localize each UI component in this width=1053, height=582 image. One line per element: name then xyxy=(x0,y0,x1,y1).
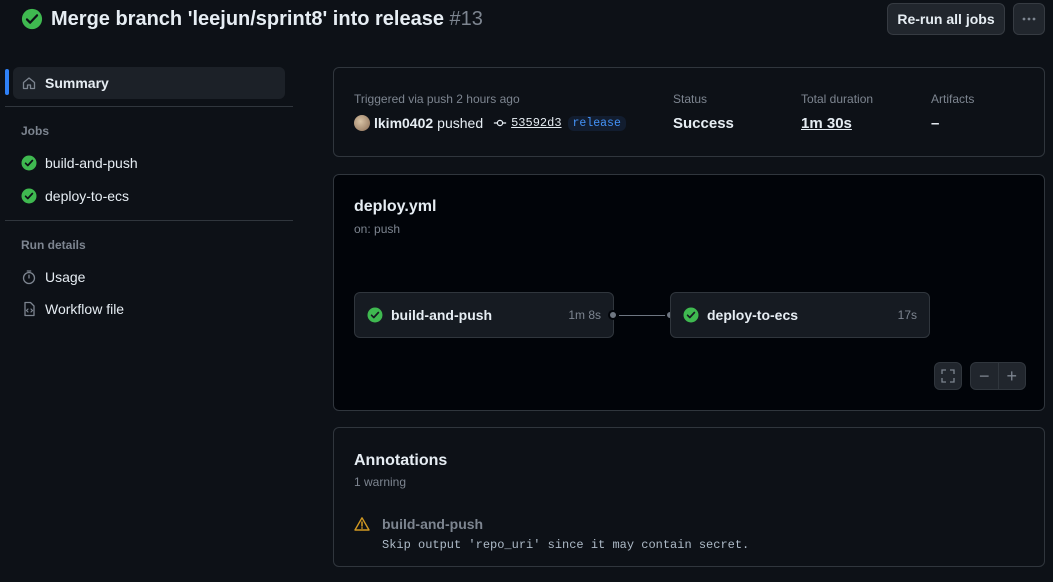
check-circle-fill-icon xyxy=(21,188,37,204)
sidebar-item-label: Usage xyxy=(45,269,86,285)
check-circle-fill-icon xyxy=(367,307,383,323)
job-duration: 17s xyxy=(897,308,917,322)
job-name: build-and-push xyxy=(391,307,493,323)
trigger-text: Triggered via push 2 hours ago xyxy=(354,92,520,106)
screen-full-icon xyxy=(941,369,955,383)
sidebar-item-usage[interactable]: Usage xyxy=(13,261,285,293)
annotations-count: 1 warning xyxy=(354,475,407,489)
home-icon xyxy=(21,75,37,91)
sidebar-item-label: Summary xyxy=(45,75,109,91)
duration-value[interactable]: 1m 30s xyxy=(801,115,852,132)
zoom-out-button[interactable]: − xyxy=(971,366,998,387)
check-circle-fill-icon xyxy=(21,155,37,171)
artifacts-value: – xyxy=(931,115,940,132)
sidebar-item-deploy-to-ecs[interactable]: deploy-to-ecs xyxy=(13,180,285,212)
workflow-graph-panel: deploy.yml on: push build-and-push 1m 8s… xyxy=(333,174,1045,411)
file-code-icon xyxy=(21,301,37,317)
check-circle-fill-icon xyxy=(683,307,699,323)
kebab-horizontal-icon xyxy=(1022,17,1036,21)
actor-link[interactable]: lkim0402 xyxy=(374,115,433,131)
sidebar-item-build-and-push[interactable]: build-and-push xyxy=(13,147,285,179)
run-summary-panel: Triggered via push 2 hours ago lkim0402 … xyxy=(333,67,1045,157)
zoom-in-button[interactable]: + xyxy=(999,366,1026,387)
divider xyxy=(5,220,293,221)
alert-icon xyxy=(354,517,370,531)
annotation-job-link[interactable]: build-and-push xyxy=(382,516,483,532)
trigger-details: lkim0402 pushed 53592d3 release xyxy=(354,115,626,131)
run-header: Merge branch 'leejun/sprint8' into relea… xyxy=(0,0,1053,40)
page-title: Merge branch 'leejun/sprint8' into relea… xyxy=(51,8,483,31)
sidebar-item-summary[interactable]: Summary xyxy=(13,67,285,99)
sidebar-item-label: build-and-push xyxy=(45,155,138,171)
workflow-file-name: deploy.yml xyxy=(354,198,437,215)
job-card-build-and-push[interactable]: build-and-push 1m 8s xyxy=(354,292,614,338)
status-value: Success xyxy=(673,115,734,132)
fullscreen-button[interactable] xyxy=(934,362,962,390)
stopwatch-icon xyxy=(21,269,37,285)
job-duration: 1m 8s xyxy=(568,308,601,322)
zoom-controls: − + xyxy=(970,362,1026,390)
more-options-button[interactable] xyxy=(1013,3,1045,35)
annotations-panel: Annotations 1 warning build-and-push Ski… xyxy=(333,427,1045,567)
commit-link[interactable]: 53592d3 xyxy=(511,116,561,130)
job-connector xyxy=(619,315,671,316)
active-indicator xyxy=(5,69,9,95)
annotation-message: Skip output 'repo_uri' since it may cont… xyxy=(382,538,750,552)
action-text: pushed xyxy=(437,115,484,131)
jobs-heading: Jobs xyxy=(21,124,50,138)
avatar[interactable] xyxy=(354,115,370,131)
connector-dot xyxy=(608,310,618,320)
sidebar-item-workflow-file[interactable]: Workflow file xyxy=(13,293,285,325)
job-name: deploy-to-ecs xyxy=(707,307,799,323)
annotations-title: Annotations xyxy=(354,452,448,469)
sidebar-item-label: Workflow file xyxy=(45,301,125,317)
workflow-trigger: on: push xyxy=(354,222,401,236)
sidebar-item-label: deploy-to-ecs xyxy=(45,188,130,204)
duration-label: Total duration xyxy=(801,92,874,106)
status-label: Status xyxy=(673,92,708,106)
run-title: Merge branch 'leejun/sprint8' into relea… xyxy=(51,8,444,30)
run-details-heading: Run details xyxy=(21,238,86,252)
check-circle-fill-icon xyxy=(21,8,43,30)
rerun-all-jobs-button[interactable]: Re-run all jobs xyxy=(887,3,1005,35)
job-card-deploy-to-ecs[interactable]: deploy-to-ecs 17s xyxy=(670,292,930,338)
run-number: #13 xyxy=(449,8,483,30)
branch-tag[interactable]: release xyxy=(567,115,626,131)
divider xyxy=(5,106,293,107)
artifacts-label: Artifacts xyxy=(931,92,975,106)
git-commit-icon xyxy=(493,119,507,127)
